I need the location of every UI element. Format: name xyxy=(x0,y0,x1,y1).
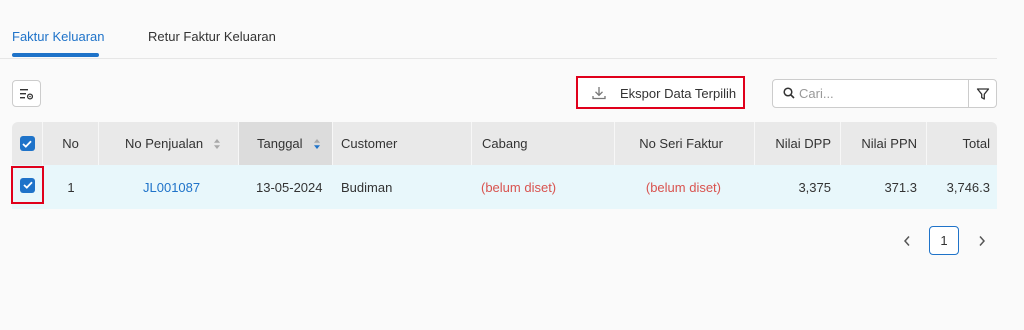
tab-faktur-keluaran[interactable]: Faktur Keluaran xyxy=(12,29,105,44)
previous-page-button[interactable] xyxy=(897,231,917,251)
column-settings-button[interactable] xyxy=(12,80,41,107)
export-selected-button[interactable]: Ekspor Data Terpilih xyxy=(576,76,745,109)
header-nilai-ppn: Nilai PPN xyxy=(841,122,927,165)
table-row[interactable]: 1 JL001087 13-05-2024 Budiman (belum dis… xyxy=(11,165,997,209)
header-no-label: No xyxy=(62,136,79,151)
tab-retur-faktur-keluaran[interactable]: Retur Faktur Keluaran xyxy=(148,29,276,44)
header-nilai-ppn-label: Nilai PPN xyxy=(861,136,917,151)
table-header: No No Penjualan Tanggal Customer Cabang … xyxy=(12,122,997,165)
search-input[interactable] xyxy=(799,84,963,103)
next-page-button[interactable] xyxy=(972,231,992,251)
header-tanggal-label: Tanggal xyxy=(257,136,303,151)
sort-descending-icon[interactable] xyxy=(313,138,321,150)
sale-number-link[interactable]: JL001087 xyxy=(143,180,200,195)
chevron-left-icon xyxy=(903,236,910,246)
header-customer: Customer xyxy=(333,122,472,165)
header-cabang: Cabang xyxy=(472,122,615,165)
header-no-penjualan[interactable]: No Penjualan xyxy=(99,122,239,165)
cell-total: 3,746.3 xyxy=(946,179,990,195)
cell-no-penjualan: JL001087 xyxy=(99,165,239,209)
search-icon xyxy=(783,87,795,102)
search-box xyxy=(772,79,997,108)
checkmark-icon xyxy=(22,140,32,148)
header-total-label: Total xyxy=(962,136,990,151)
header-customer-label: Customer xyxy=(341,136,398,151)
filter-icon xyxy=(976,87,990,100)
header-no-seri-faktur-label: No Seri Faktur xyxy=(639,136,723,151)
cell-cabang: (belum diset) xyxy=(481,179,557,195)
row-checkbox[interactable] xyxy=(20,177,35,193)
filter-button[interactable] xyxy=(969,80,997,107)
header-total: Total xyxy=(927,122,997,165)
cell-tanggal: 13-05-2024 xyxy=(256,179,323,195)
sort-icon[interactable] xyxy=(213,138,221,150)
checkmark-icon xyxy=(22,181,33,189)
header-no: No xyxy=(43,122,99,165)
active-tab-indicator xyxy=(12,53,99,57)
header-no-seri-faktur: No Seri Faktur xyxy=(615,122,755,165)
cell-no: 1 xyxy=(67,179,75,195)
download-icon xyxy=(591,85,607,104)
chevron-right-icon xyxy=(979,236,986,246)
table-body: 1 JL001087 13-05-2024 Budiman (belum dis… xyxy=(11,165,997,209)
select-all-checkbox[interactable] xyxy=(19,136,35,151)
page-button-current[interactable]: 1 xyxy=(929,226,959,255)
cell-nilai-ppn: 371.3 xyxy=(884,179,917,195)
header-cabang-label: Cabang xyxy=(482,136,528,151)
header-nilai-dpp-label: Nilai DPP xyxy=(775,136,831,151)
invoice-table: No No Penjualan Tanggal Customer Cabang … xyxy=(11,122,997,209)
header-nilai-dpp: Nilai DPP xyxy=(755,122,841,165)
cell-customer: Budiman xyxy=(341,179,393,195)
cell-nilai-dpp: 3,375 xyxy=(798,179,831,195)
column-settings-icon xyxy=(20,88,33,100)
header-no-penjualan-label: No Penjualan xyxy=(125,136,204,151)
export-selected-label: Ekspor Data Terpilih xyxy=(620,86,737,101)
row-select-cell xyxy=(11,165,44,209)
cell-no-seri-faktur: (belum diset) xyxy=(645,179,721,195)
header-select-all-cell xyxy=(12,122,43,165)
tab-bar: Faktur Keluaran Retur Faktur Keluaran xyxy=(0,0,997,59)
header-tanggal[interactable]: Tanggal xyxy=(239,122,333,165)
row-checkbox-highlight xyxy=(11,166,44,204)
